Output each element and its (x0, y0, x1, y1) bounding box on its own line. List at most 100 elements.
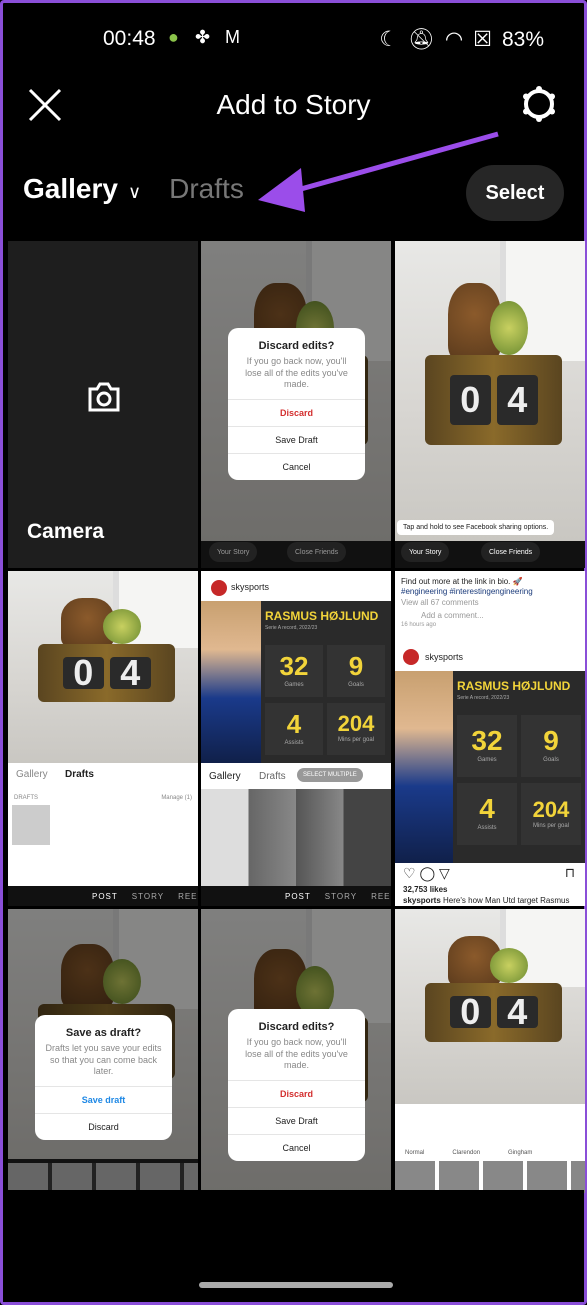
stat: 9 Goals (521, 715, 581, 777)
draft-thumb (12, 805, 50, 845)
stat: 32 Games (265, 645, 323, 697)
share-icon: ▽ (439, 865, 450, 881)
mode-post: POST (92, 891, 118, 901)
save-draft-option: Save draft (35, 1086, 172, 1113)
dialog-subtitle: Drafts let you save your edits so that y… (45, 1043, 162, 1077)
caption: Find out more at the link in bio. 🚀 (401, 577, 523, 586)
poster-subtitle: Serie A record, 2022/23 (265, 625, 318, 631)
account-name: skysports (425, 652, 464, 662)
filter-name: Clarendon (452, 1150, 481, 1156)
stat: 32 Games (457, 715, 517, 777)
gallery-thumb[interactable]: 04 Save as draft? Drafts let you save yo… (8, 909, 198, 1193)
filter-strip (8, 1163, 198, 1193)
your-story-pill: Your Story (401, 542, 450, 562)
mini-gallery (201, 789, 391, 886)
drafts-label: DRAFTS (14, 795, 38, 801)
dialog-title: Discard edits? (258, 1021, 335, 1033)
tab-gallery[interactable]: Gallery (23, 173, 118, 204)
album-tabs: Gallery ∨ Drafts (23, 173, 254, 205)
player-name: RASMUS HØJLUND (265, 609, 379, 623)
camera-label: Camera (27, 520, 105, 543)
tab-drafts: Drafts (259, 771, 286, 782)
avatar (403, 649, 419, 665)
gallery-thumb[interactable]: skysports RASMUS HØJLUND Serie A record,… (201, 571, 391, 906)
home-indicator[interactable] (199, 1282, 393, 1288)
camera-tile[interactable]: Camera (8, 241, 198, 568)
gmail-icon: M (225, 27, 240, 47)
mode-post: POST (285, 891, 311, 901)
tab-drafts[interactable]: Drafts (169, 173, 244, 204)
tab-gallery: Gallery (16, 769, 48, 780)
stat: 9 Goals (327, 645, 385, 697)
annotation-arrow (258, 131, 499, 212)
discard-dialog: Discard edits? If you go back now, you'l… (228, 328, 365, 481)
mode-bar: POSTSTORYREELLI (201, 886, 391, 906)
close-friends-pill: Close Friends (481, 542, 541, 562)
poster-subtitle: Serie A record, 2022/23 (457, 695, 510, 701)
manage-link: Manage (1) (161, 795, 192, 801)
camera-icon (88, 382, 120, 412)
cancel-option: Cancel (228, 453, 365, 480)
stats-poster: RASMUS HØJLUND Serie A record, 2022/23 3… (201, 601, 391, 763)
dialog-title: Discard edits? (258, 340, 335, 352)
filter-name: Normal (405, 1150, 425, 1156)
moon-icon: ☾ (379, 28, 399, 51)
filter-names: Normal Clarendon Gingham (405, 1150, 532, 1156)
tooltip: Tap and hold to see Facebook sharing opt… (397, 520, 555, 535)
stat: 204 Mins per goal (327, 703, 385, 755)
select-multiple-button: SELECT MULTIPLE (297, 768, 363, 782)
discard-dialog: Discard edits? If you go back now, you'l… (228, 1009, 365, 1162)
filter-name: Gingham (508, 1150, 533, 1156)
gallery-thumb[interactable]: 04 Discard edits? If you go back now, yo… (201, 241, 391, 568)
discard-option: Discard (35, 1113, 172, 1140)
save-draft-dialog: Save as draft? Drafts let you save your … (35, 1015, 172, 1141)
gallery-thumb[interactable]: 04 Tap and hold to see Facebook sharing … (395, 241, 585, 568)
gallery-thumb[interactable]: 04 Gallery Drafts DRAFTS Manage (1) POST… (8, 571, 198, 906)
chevron-down-icon[interactable]: ∨ (128, 182, 141, 202)
player-name: RASMUS HØJLUND (457, 679, 571, 693)
discard-option: Discard (228, 399, 365, 426)
save-draft-option: Save Draft (228, 426, 365, 453)
dialog-subtitle: If you go back now, you'll lose all of t… (245, 1037, 348, 1071)
close-friends-pill: Close Friends (287, 542, 347, 562)
your-story-pill: Your Story (209, 542, 258, 562)
system-nav-bar (3, 1190, 584, 1302)
post-actions: ♡ ◯ ▽ (403, 865, 450, 882)
gallery-thumb[interactable]: 04 Discard edits? If you go back now, yo… (201, 909, 391, 1193)
header: Add to Story (3, 81, 584, 131)
gear-icon[interactable] (520, 85, 558, 123)
chat-app-icon: ● (168, 27, 179, 47)
battery-percent: 83% (501, 27, 544, 51)
stats-poster: RASMUS HØJLUND Serie A record, 2022/23 3… (395, 671, 585, 863)
post-time: 16 hours ago (401, 621, 437, 628)
gallery-thumb[interactable]: 04 Normal Clarendon Gingham (395, 909, 585, 1193)
filter-strip (395, 1161, 585, 1193)
save-draft-option: Save Draft (228, 1107, 365, 1134)
mode-reel: REEL (371, 891, 391, 901)
stat: 204 Mins per goal (521, 783, 581, 845)
bell-off-icon: 🔕︎ (408, 27, 435, 51)
wifi-icon: ◠ (444, 28, 464, 51)
mode-story: STORY (324, 891, 358, 901)
stat: 4 Assists (457, 783, 517, 845)
clock: 00:48 (103, 27, 156, 50)
no-sim-icon: ☒ (473, 28, 492, 51)
mode-reel: REEL (178, 891, 198, 901)
pinwheel-icon: ✤ (195, 27, 211, 47)
avatar (211, 580, 227, 596)
tab-drafts: Drafts (65, 769, 94, 780)
bookmark-icon: ⊓ (564, 865, 575, 880)
account-name: skysports (231, 582, 270, 592)
view-comments: View all 67 comments (401, 597, 479, 607)
caption: skysports Here's how Man Utd target Rasm… (403, 896, 570, 905)
tab-gallery: Gallery (209, 771, 241, 782)
add-comment: Add a comment... (421, 611, 484, 621)
stat: 4 Assists (265, 703, 323, 755)
mode-story: STORY (131, 891, 165, 901)
likes-count: 32,753 likes (403, 885, 448, 894)
mode-bar: POSTSTORYREELLI (8, 886, 198, 906)
gallery-thumb[interactable]: Find out more at the link in bio. 🚀 #eng… (395, 571, 585, 906)
discard-option: Discard (228, 1080, 365, 1107)
hashtags: #engineering #interestingengineering (401, 587, 533, 597)
dialog-title: Save as draft? (65, 1027, 142, 1039)
